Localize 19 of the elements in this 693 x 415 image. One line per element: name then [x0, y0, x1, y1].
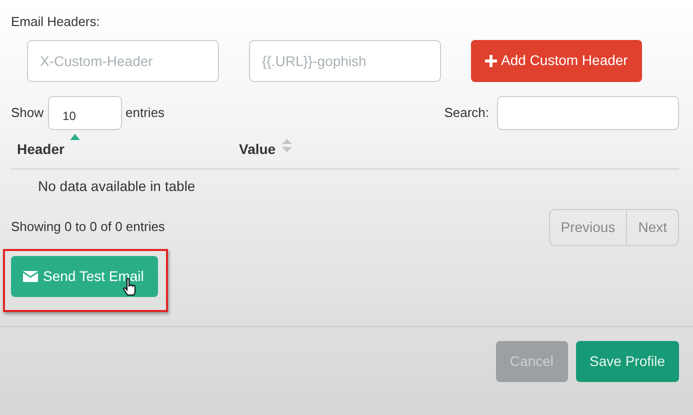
- pagination-button[interactable]: Previous: [548, 208, 628, 246]
- send-test-email-button[interactable]: Send Test Email: [11, 256, 158, 296]
- entries-label: entries: [126, 104, 165, 122]
- search-label: Search:: [444, 104, 489, 122]
- pagination-button[interactable]: Next: [626, 208, 679, 246]
- header-value-field[interactable]: {{.URL}}-gophish: [249, 40, 441, 82]
- add-custom-header-button[interactable]: Add Custom Header: [471, 40, 642, 82]
- entries-select[interactable]: 10: [48, 96, 122, 130]
- table-info: Showing 0 to 0 of 0 entries: [11, 218, 165, 236]
- section-label: Email Headers:: [11, 13, 101, 31]
- column-header[interactable]: Header: [17, 134, 239, 160]
- header-name-field[interactable]: X-Custom-Header: [27, 40, 219, 82]
- show-label: Show: [11, 104, 44, 122]
- save-profile-button[interactable]: Save Profile: [576, 340, 679, 382]
- plus-icon: [485, 54, 497, 66]
- envelope-icon: [23, 270, 38, 282]
- empty-table-message: No data available in table: [37, 176, 196, 196]
- column-header[interactable]: Value: [239, 134, 292, 160]
- search-field[interactable]: [497, 96, 679, 130]
